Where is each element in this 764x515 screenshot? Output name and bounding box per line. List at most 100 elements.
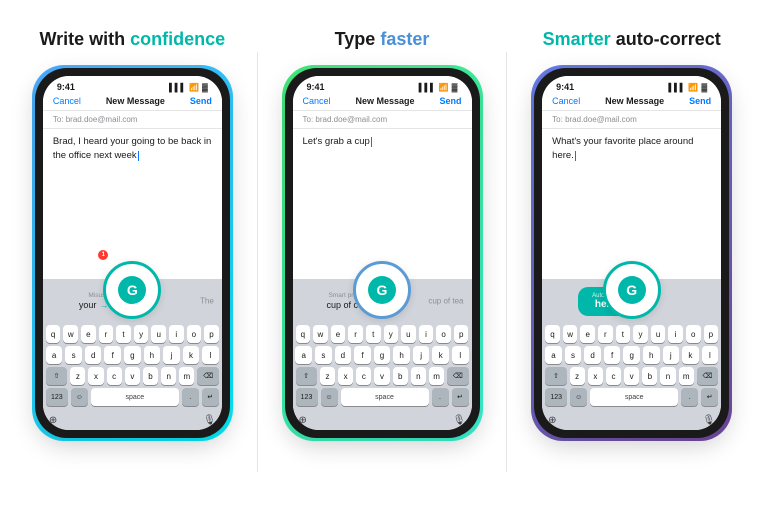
message-area-2[interactable]: Let's grab a cup [293,129,472,279]
message-area-3[interactable]: What's your favorite place around here. [542,129,721,279]
key-emoji-3[interactable]: ☺ [570,388,587,406]
key-s-1[interactable]: s [65,346,82,364]
key-emoji-2[interactable]: ☺ [321,388,338,406]
key-v-2[interactable]: v [374,367,389,385]
key-e-1[interactable]: e [81,325,96,343]
key-return-1[interactable]: ↵ [202,388,219,406]
key-q-1[interactable]: q [46,325,61,343]
key-shift-2[interactable]: ⇧ [296,367,317,385]
key-w-2[interactable]: w [313,325,328,343]
key-b-3[interactable]: b [642,367,657,385]
key-emoji-1[interactable]: ☺ [71,388,88,406]
key-x-1[interactable]: x [88,367,103,385]
key-r-1[interactable]: r [99,325,114,343]
key-i-1[interactable]: i [169,325,184,343]
globe-icon-3[interactable]: ⊕ [548,415,556,426]
key-h-1[interactable]: h [144,346,161,364]
key-return-2[interactable]: ↵ [452,388,469,406]
key-b-1[interactable]: b [143,367,158,385]
key-a-2[interactable]: a [295,346,312,364]
key-z-1[interactable]: z [70,367,85,385]
key-g-2[interactable]: g [374,346,391,364]
key-delete-3[interactable]: ⌫ [697,367,718,385]
key-n-1[interactable]: n [161,367,176,385]
key-s-2[interactable]: s [315,346,332,364]
key-y-3[interactable]: y [633,325,648,343]
key-m-3[interactable]: m [679,367,694,385]
key-r-2[interactable]: r [348,325,363,343]
key-h-2[interactable]: h [393,346,410,364]
key-u-1[interactable]: u [151,325,166,343]
key-o-1[interactable]: o [187,325,202,343]
key-b-2[interactable]: b [393,367,408,385]
key-delete-1[interactable]: ⌫ [197,367,218,385]
nav-send-2[interactable]: Send [439,96,461,106]
key-g-1[interactable]: g [124,346,141,364]
key-p-3[interactable]: p [704,325,719,343]
nav-send-3[interactable]: Send [689,96,711,106]
key-c-3[interactable]: c [606,367,621,385]
key-o-2[interactable]: o [436,325,451,343]
globe-icon-1[interactable]: ⊕ [49,415,57,426]
key-space-3[interactable]: space [590,388,678,406]
key-j-2[interactable]: j [413,346,430,364]
key-numbers-1[interactable]: 123 [46,388,68,406]
globe-icon-2[interactable]: ⊕ [299,415,307,426]
nav-cancel-3[interactable]: Cancel [552,96,580,106]
key-s-3[interactable]: s [565,346,582,364]
key-x-2[interactable]: x [338,367,353,385]
nav-cancel-2[interactable]: Cancel [303,96,331,106]
key-e-3[interactable]: e [580,325,595,343]
key-l-2[interactable]: l [452,346,469,364]
key-dot-1[interactable]: . [182,388,199,406]
key-q-2[interactable]: q [296,325,311,343]
key-w-1[interactable]: w [63,325,78,343]
key-t-3[interactable]: t [616,325,631,343]
key-delete-2[interactable]: ⌫ [447,367,468,385]
key-y-2[interactable]: y [384,325,399,343]
key-z-3[interactable]: z [570,367,585,385]
key-l-3[interactable]: l [702,346,719,364]
key-a-3[interactable]: a [545,346,562,364]
key-e-2[interactable]: e [331,325,346,343]
key-t-2[interactable]: t [366,325,381,343]
key-k-3[interactable]: k [682,346,699,364]
key-shift-1[interactable]: ⇧ [46,367,67,385]
key-x-3[interactable]: x [588,367,603,385]
key-d-3[interactable]: d [584,346,601,364]
key-f-3[interactable]: f [604,346,621,364]
key-n-3[interactable]: n [660,367,675,385]
key-h-3[interactable]: h [643,346,660,364]
key-u-3[interactable]: u [651,325,666,343]
mic-icon-2[interactable]: 🎙 [453,415,466,426]
nav-cancel-1[interactable]: Cancel [53,96,81,106]
key-j-3[interactable]: j [663,346,680,364]
key-dot-2[interactable]: . [432,388,449,406]
key-k-2[interactable]: k [432,346,449,364]
key-t-1[interactable]: t [116,325,131,343]
mic-icon-3[interactable]: 🎙 [702,415,715,426]
key-v-1[interactable]: v [125,367,140,385]
key-o-3[interactable]: o [686,325,701,343]
key-f-1[interactable]: f [104,346,121,364]
key-c-2[interactable]: c [356,367,371,385]
key-d-2[interactable]: d [335,346,352,364]
key-j-1[interactable]: j [163,346,180,364]
key-space-2[interactable]: space [341,388,429,406]
key-space-1[interactable]: space [91,388,179,406]
key-y-1[interactable]: y [134,325,149,343]
key-d-1[interactable]: d [85,346,102,364]
key-i-3[interactable]: i [668,325,683,343]
mic-icon-1[interactable]: 🎙 [203,415,216,426]
key-r-3[interactable]: r [598,325,613,343]
key-g-3[interactable]: g [623,346,640,364]
key-numbers-3[interactable]: 123 [545,388,567,406]
key-numbers-2[interactable]: 123 [296,388,318,406]
key-z-2[interactable]: z [320,367,335,385]
key-w-3[interactable]: w [563,325,578,343]
key-p-1[interactable]: p [204,325,219,343]
key-return-3[interactable]: ↵ [701,388,718,406]
key-c-1[interactable]: c [107,367,122,385]
key-dot-3[interactable]: . [681,388,698,406]
key-m-1[interactable]: m [179,367,194,385]
